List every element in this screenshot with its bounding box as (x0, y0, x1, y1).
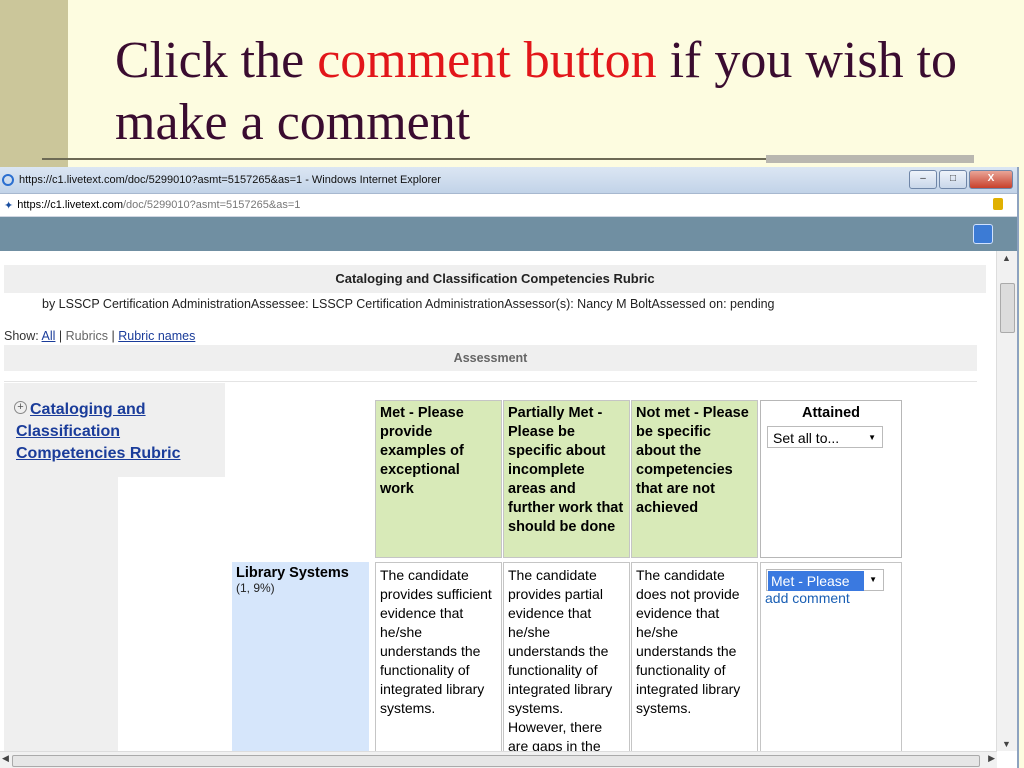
show-filter: Show: All | Rubrics | Rubric names (4, 329, 196, 343)
scroll-right-icon[interactable]: ▶ (988, 753, 995, 764)
header-not-met: Not met - Please be specific about the c… (631, 400, 758, 558)
cell-partially-met[interactable]: The candidate provides partial evidence … (503, 562, 630, 751)
slide-title-part1: Click the (115, 32, 318, 89)
toolbar-icon-button[interactable] (973, 224, 993, 244)
vertical-scroll-thumb[interactable] (1000, 283, 1015, 333)
close-button[interactable]: X (969, 170, 1013, 189)
add-comment-link[interactable]: add comment (765, 590, 850, 606)
assessment-header: Assessment (4, 345, 977, 371)
window-titlebar: https://c1.livetext.com/doc/5299010?asmt… (0, 167, 1017, 194)
show-rubric-names-link[interactable]: Rubric names (118, 329, 195, 343)
set-all-value: Set all to... (773, 430, 840, 446)
attained-select[interactable]: Met - Please ▼ (766, 569, 884, 591)
maximize-button[interactable]: □ (939, 170, 967, 189)
header-partially-met: Partially Met - Please be specific about… (503, 400, 630, 558)
chevron-down-icon: ▼ (868, 433, 876, 442)
horizontal-scroll-thumb[interactable] (12, 755, 980, 767)
address-host: https://c1.livetext.com (17, 199, 123, 211)
scroll-down-icon[interactable]: ▼ (1002, 739, 1011, 749)
horizontal-scrollbar[interactable]: ◀ ▶ (0, 751, 997, 768)
set-all-select[interactable]: Set all to... ▼ (767, 426, 883, 448)
scroll-left-icon[interactable]: ◀ (2, 753, 9, 764)
browser-window: https://c1.livetext.com/doc/5299010?asmt… (0, 167, 1019, 768)
divider (4, 381, 977, 382)
rubric-title: Cataloging and Classification Competenci… (4, 265, 986, 293)
scroll-up-icon[interactable]: ▲ (1002, 253, 1011, 263)
rubric-name-link[interactable]: Cataloging and Classification Competenci… (16, 399, 216, 465)
rubric-byline: by LSSCP Certification AdministrationAss… (42, 297, 775, 311)
slide-title: Click the comment button if you wish to … (115, 30, 975, 154)
rubric-nav-panel-lower (4, 477, 118, 751)
attained-label: Attained (802, 405, 860, 421)
criterion-weight: (1, 9%) (236, 581, 275, 595)
ie-icon (2, 174, 14, 186)
site-favicon-icon: ✦ (4, 199, 14, 212)
criterion-label: Library Systems (1, 9%) (232, 562, 369, 751)
attained-header: Attained (760, 400, 902, 558)
show-rubrics-text: Rubrics (65, 329, 109, 343)
window-title: https://c1.livetext.com/doc/5299010?asmt… (19, 174, 441, 186)
window-controls: – □ X (909, 170, 1013, 189)
page-content: Cataloging and Classification Competenci… (0, 251, 995, 751)
show-all-link[interactable]: All (42, 329, 56, 343)
vertical-scrollbar[interactable]: ▲ ▼ (996, 251, 1017, 751)
page-toolbar (0, 217, 1017, 251)
header-met: Met - Please provide examples of excepti… (375, 400, 502, 558)
slide-divider-box (766, 155, 974, 163)
show-label: Show: (4, 329, 39, 343)
slide-title-highlight: comment button (317, 32, 657, 89)
cell-not-met[interactable]: The candidate does not provide evidence … (631, 562, 758, 751)
address-path: /doc/5299010?asmt=5157265&as=1 (122, 199, 301, 211)
cell-met[interactable]: The candidate provides sufficient eviden… (375, 562, 502, 751)
minimize-button[interactable]: – (909, 170, 937, 189)
attained-value: Met - Please (768, 571, 864, 591)
criterion-name: Library Systems (236, 565, 349, 581)
address-bar[interactable]: ✦ https://c1.livetext.com/doc/5299010?as… (0, 194, 1017, 217)
lock-icon[interactable] (993, 198, 1003, 210)
chevron-down-icon: ▼ (869, 575, 877, 584)
